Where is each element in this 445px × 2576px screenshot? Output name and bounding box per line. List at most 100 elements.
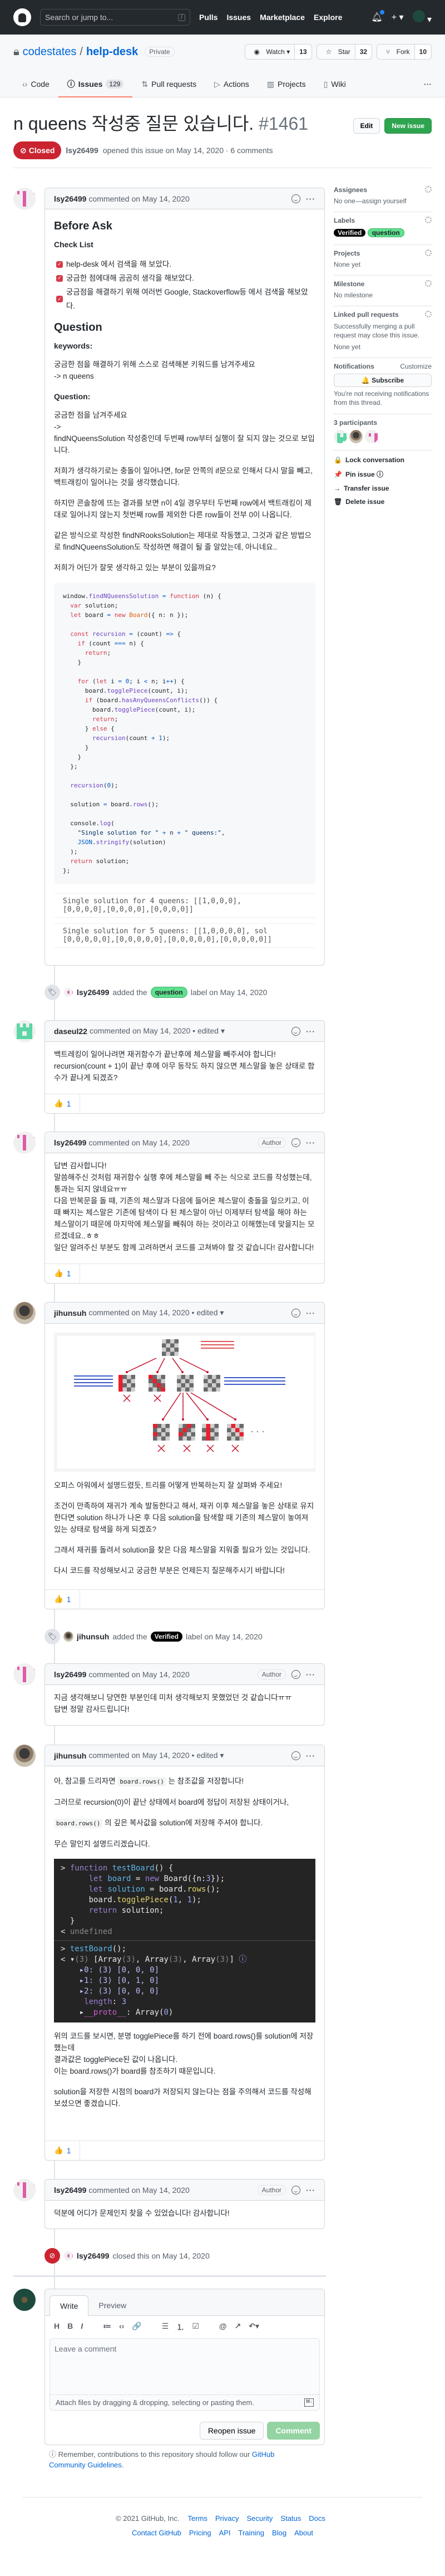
- fork-button[interactable]: ⑂ Fork 10: [377, 44, 432, 60]
- avatar[interactable]: [334, 430, 347, 443]
- edit-button[interactable]: Edit: [353, 118, 380, 134]
- assign-yourself-link[interactable]: No one—assign yourself: [334, 197, 407, 205]
- quote-icon[interactable]: ≔: [103, 2322, 111, 2333]
- nav-marketplace[interactable]: Marketplace: [260, 13, 305, 22]
- mention-icon[interactable]: @: [219, 2322, 227, 2333]
- comment-meta[interactable]: commented on May 14, 2020 • edited ▾: [88, 1308, 224, 1318]
- transfer-issue-button[interactable]: → Transfer issue: [334, 484, 432, 492]
- thumbs-up-reaction[interactable]: 👍 1: [45, 1590, 81, 1609]
- thumbs-up-reaction[interactable]: 👍 1: [45, 1094, 81, 1113]
- cross-reference-icon[interactable]: ↗: [235, 2322, 241, 2333]
- avatar[interactable]: [63, 1632, 73, 1642]
- tab-preview[interactable]: Preview: [88, 2295, 136, 2315]
- bold-icon[interactable]: B: [67, 2322, 73, 2333]
- search-input[interactable]: Search or jump to... /: [40, 9, 190, 26]
- thumbs-up-reaction[interactable]: 👍 1: [45, 1264, 81, 1283]
- event-actor[interactable]: lsy26499: [77, 988, 109, 997]
- avatar[interactable]: [13, 188, 36, 210]
- create-new-dropdown[interactable]: + ▾: [392, 12, 404, 23]
- code-icon[interactable]: ‹›: [119, 2322, 124, 2333]
- add-reaction-icon[interactable]: [291, 1138, 300, 1147]
- label-verified[interactable]: Verified: [150, 1632, 182, 1642]
- comment-author[interactable]: lsy26499: [54, 2186, 86, 2195]
- nav-issues[interactable]: Issues: [226, 13, 251, 22]
- more-options-icon[interactable]: ···: [306, 194, 315, 203]
- comment-author[interactable]: lsy26499: [54, 194, 86, 203]
- comment-meta[interactable]: commented on May 14, 2020 • edited ▾: [88, 1751, 224, 1760]
- tab-code[interactable]: ‹› Code: [13, 71, 58, 97]
- event-actor[interactable]: lsy26499: [77, 2251, 109, 2260]
- backtracking-tree-diagram[interactable]: [54, 1333, 315, 1472]
- gear-icon[interactable]: [425, 217, 432, 223]
- footer-link-docs[interactable]: Docs: [309, 2514, 325, 2523]
- user-menu[interactable]: ▾: [412, 9, 432, 25]
- issue-author-link[interactable]: lsy26499: [66, 146, 98, 155]
- avatar[interactable]: [63, 2251, 73, 2261]
- bulleted-list-icon[interactable]: ☰: [162, 2322, 169, 2333]
- comment-author[interactable]: lsy26499: [54, 1670, 86, 1679]
- tab-issues[interactable]: ⓘ Issues 129: [58, 71, 133, 97]
- more-tabs-icon[interactable]: ···: [424, 80, 432, 89]
- heading-icon[interactable]: H: [54, 2322, 60, 2333]
- avatar[interactable]: [13, 1132, 36, 1154]
- markdown-icon[interactable]: M↓: [304, 2398, 314, 2407]
- tab-projects[interactable]: ▥ Projects: [258, 71, 315, 97]
- more-options-icon[interactable]: ···: [306, 1027, 315, 1036]
- pin-issue-button[interactable]: 📌 Pin issue ⓘ: [334, 469, 432, 479]
- footer-link-training[interactable]: Training: [239, 2529, 264, 2537]
- comment-author[interactable]: jihunsuh: [54, 1751, 86, 1760]
- avatar[interactable]: [13, 2289, 36, 2311]
- customize-link[interactable]: Customize: [400, 363, 432, 370]
- more-options-icon[interactable]: ···: [306, 1138, 315, 1147]
- avatar[interactable]: [13, 1745, 36, 1767]
- avatar[interactable]: [13, 1663, 36, 1686]
- add-reaction-icon[interactable]: [291, 1026, 300, 1036]
- more-options-icon[interactable]: ···: [306, 1751, 315, 1760]
- new-issue-button[interactable]: New issue: [384, 118, 432, 134]
- label-verified[interactable]: Verified: [334, 229, 366, 237]
- delete-issue-button[interactable]: 🗑 Delete issue: [334, 498, 432, 506]
- add-reaction-icon[interactable]: [291, 194, 300, 203]
- gear-icon[interactable]: [425, 249, 432, 256]
- github-logo-icon[interactable]: [13, 8, 31, 26]
- star-button[interactable]: ☆ Star 32: [316, 44, 373, 60]
- link-icon[interactable]: 🔗: [132, 2322, 141, 2333]
- comment-author[interactable]: lsy26499: [54, 1138, 86, 1147]
- avatar[interactable]: [13, 1020, 36, 1042]
- add-reaction-icon[interactable]: [291, 1669, 300, 1679]
- watch-button[interactable]: ◉ Watch ▾ 13: [244, 44, 312, 60]
- avatar[interactable]: [13, 1302, 36, 1324]
- add-reaction-icon[interactable]: [291, 1751, 300, 1760]
- repo-name-link[interactable]: help-desk: [86, 46, 138, 58]
- footer-link-contact[interactable]: Contact GitHub: [132, 2529, 181, 2537]
- avatar[interactable]: [63, 987, 73, 997]
- footer-link-api[interactable]: API: [219, 2529, 231, 2537]
- checkbox-checked-icon[interactable]: ✓: [56, 261, 63, 268]
- reopen-issue-button[interactable]: Reopen issue: [199, 2422, 264, 2440]
- tab-actions[interactable]: ▷ Actions: [205, 71, 258, 97]
- avatar[interactable]: [13, 2179, 36, 2201]
- footer-link-privacy[interactable]: Privacy: [215, 2514, 239, 2523]
- tab-wiki[interactable]: ▯ Wiki: [315, 71, 355, 97]
- avatar[interactable]: [365, 430, 378, 443]
- saved-replies-icon[interactable]: ↶▾: [249, 2322, 259, 2333]
- footer-link-blog[interactable]: Blog: [272, 2529, 286, 2537]
- lock-conversation-button[interactable]: 🔒 Lock conversation: [334, 456, 432, 464]
- more-options-icon[interactable]: ···: [306, 1670, 315, 1679]
- numbered-list-icon[interactable]: ⒈: [176, 2322, 184, 2333]
- avatar[interactable]: [349, 430, 363, 443]
- repo-owner-link[interactable]: codestates: [23, 46, 77, 58]
- star-count[interactable]: 32: [354, 45, 372, 59]
- comment-textarea[interactable]: Leave a comment Attach files by dragging…: [50, 2338, 320, 2411]
- label-question[interactable]: question: [367, 228, 404, 237]
- watch-count[interactable]: 13: [294, 45, 312, 59]
- task-list-icon[interactable]: ☑: [192, 2322, 199, 2333]
- nav-pulls[interactable]: Pulls: [199, 13, 217, 22]
- comment-button[interactable]: Comment: [267, 2422, 320, 2440]
- checkbox-checked-icon[interactable]: ✓: [56, 275, 63, 282]
- notifications-bell-icon[interactable]: 🔔︎: [371, 10, 384, 23]
- checkbox-checked-icon[interactable]: ✓: [56, 296, 63, 302]
- label-question[interactable]: question: [150, 987, 187, 998]
- fork-count[interactable]: 10: [414, 45, 431, 59]
- more-options-icon[interactable]: ···: [306, 1309, 315, 1318]
